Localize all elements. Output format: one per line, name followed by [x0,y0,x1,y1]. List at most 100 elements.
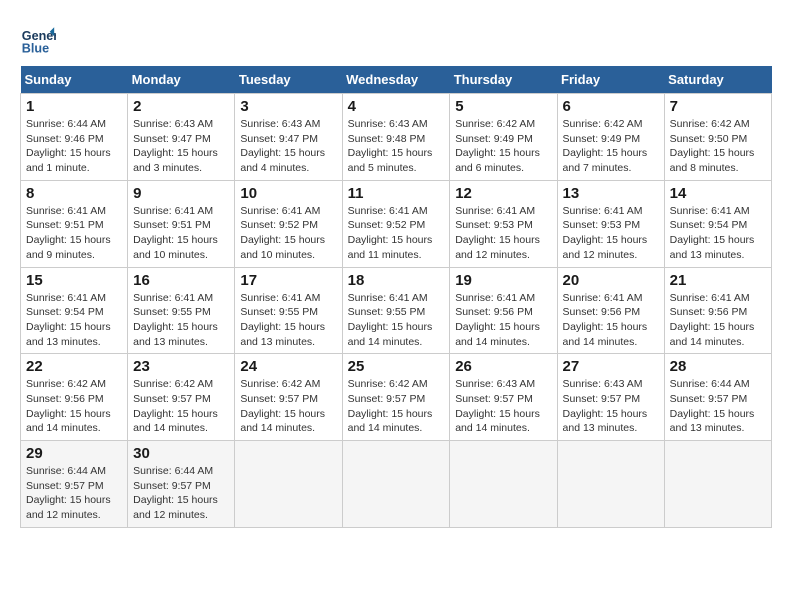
day-number: 3 [240,98,336,115]
day-info: Sunrise: 6:41 AM Sunset: 9:55 PM Dayligh… [348,291,445,350]
day-number: 4 [348,98,445,115]
day-number: 29 [26,445,122,462]
day-number: 30 [133,445,229,462]
calendar-cell: 16 Sunrise: 6:41 AM Sunset: 9:55 PM Dayl… [128,267,235,354]
calendar-cell: 6 Sunrise: 6:42 AM Sunset: 9:49 PM Dayli… [557,94,664,181]
day-info: Sunrise: 6:44 AM Sunset: 9:57 PM Dayligh… [670,377,766,436]
day-number: 24 [240,358,336,375]
column-header-wednesday: Wednesday [342,66,450,94]
day-info: Sunrise: 6:43 AM Sunset: 9:47 PM Dayligh… [133,117,229,176]
calendar-cell: 25 Sunrise: 6:42 AM Sunset: 9:57 PM Dayl… [342,354,450,441]
calendar-cell [450,441,557,528]
calendar-cell [342,441,450,528]
day-info: Sunrise: 6:43 AM Sunset: 9:57 PM Dayligh… [563,377,659,436]
day-number: 16 [133,272,229,289]
day-info: Sunrise: 6:41 AM Sunset: 9:52 PM Dayligh… [348,204,445,263]
day-info: Sunrise: 6:41 AM Sunset: 9:53 PM Dayligh… [455,204,551,263]
calendar-header-row: SundayMondayTuesdayWednesdayThursdayFrid… [21,66,772,94]
day-info: Sunrise: 6:41 AM Sunset: 9:56 PM Dayligh… [670,291,766,350]
calendar-cell: 19 Sunrise: 6:41 AM Sunset: 9:56 PM Dayl… [450,267,557,354]
day-info: Sunrise: 6:41 AM Sunset: 9:51 PM Dayligh… [133,204,229,263]
day-number: 7 [670,98,766,115]
column-header-tuesday: Tuesday [235,66,342,94]
calendar-cell: 22 Sunrise: 6:42 AM Sunset: 9:56 PM Dayl… [21,354,128,441]
day-number: 26 [455,358,551,375]
day-info: Sunrise: 6:43 AM Sunset: 9:57 PM Dayligh… [455,377,551,436]
week-row-5: 29 Sunrise: 6:44 AM Sunset: 9:57 PM Dayl… [21,441,772,528]
calendar-cell: 7 Sunrise: 6:42 AM Sunset: 9:50 PM Dayli… [664,94,771,181]
calendar-cell: 4 Sunrise: 6:43 AM Sunset: 9:48 PM Dayli… [342,94,450,181]
page-header: General Blue [20,20,772,56]
svg-text:Blue: Blue [22,41,49,55]
day-info: Sunrise: 6:42 AM Sunset: 9:49 PM Dayligh… [563,117,659,176]
calendar-cell [557,441,664,528]
calendar-cell [235,441,342,528]
calendar-cell: 8 Sunrise: 6:41 AM Sunset: 9:51 PM Dayli… [21,180,128,267]
day-number: 21 [670,272,766,289]
day-number: 1 [26,98,122,115]
day-info: Sunrise: 6:44 AM Sunset: 9:46 PM Dayligh… [26,117,122,176]
day-number: 18 [348,272,445,289]
day-info: Sunrise: 6:42 AM Sunset: 9:57 PM Dayligh… [348,377,445,436]
day-number: 20 [563,272,659,289]
calendar-body: 1 Sunrise: 6:44 AM Sunset: 9:46 PM Dayli… [21,94,772,528]
column-header-monday: Monday [128,66,235,94]
calendar-cell: 11 Sunrise: 6:41 AM Sunset: 9:52 PM Dayl… [342,180,450,267]
day-info: Sunrise: 6:41 AM Sunset: 9:54 PM Dayligh… [670,204,766,263]
day-info: Sunrise: 6:42 AM Sunset: 9:49 PM Dayligh… [455,117,551,176]
day-info: Sunrise: 6:41 AM Sunset: 9:56 PM Dayligh… [563,291,659,350]
day-info: Sunrise: 6:43 AM Sunset: 9:47 PM Dayligh… [240,117,336,176]
day-info: Sunrise: 6:42 AM Sunset: 9:50 PM Dayligh… [670,117,766,176]
calendar-cell: 12 Sunrise: 6:41 AM Sunset: 9:53 PM Dayl… [450,180,557,267]
day-number: 23 [133,358,229,375]
logo: General Blue [20,20,56,56]
calendar-cell: 20 Sunrise: 6:41 AM Sunset: 9:56 PM Dayl… [557,267,664,354]
day-info: Sunrise: 6:41 AM Sunset: 9:52 PM Dayligh… [240,204,336,263]
day-info: Sunrise: 6:42 AM Sunset: 9:57 PM Dayligh… [240,377,336,436]
calendar-cell: 29 Sunrise: 6:44 AM Sunset: 9:57 PM Dayl… [21,441,128,528]
week-row-2: 8 Sunrise: 6:41 AM Sunset: 9:51 PM Dayli… [21,180,772,267]
calendar-cell: 24 Sunrise: 6:42 AM Sunset: 9:57 PM Dayl… [235,354,342,441]
calendar-cell: 30 Sunrise: 6:44 AM Sunset: 9:57 PM Dayl… [128,441,235,528]
calendar-cell: 28 Sunrise: 6:44 AM Sunset: 9:57 PM Dayl… [664,354,771,441]
day-number: 15 [26,272,122,289]
calendar-cell: 9 Sunrise: 6:41 AM Sunset: 9:51 PM Dayli… [128,180,235,267]
day-number: 17 [240,272,336,289]
day-info: Sunrise: 6:44 AM Sunset: 9:57 PM Dayligh… [133,464,229,523]
day-number: 11 [348,185,445,202]
day-number: 2 [133,98,229,115]
week-row-3: 15 Sunrise: 6:41 AM Sunset: 9:54 PM Dayl… [21,267,772,354]
day-number: 12 [455,185,551,202]
calendar-cell: 21 Sunrise: 6:41 AM Sunset: 9:56 PM Dayl… [664,267,771,354]
day-number: 22 [26,358,122,375]
day-number: 28 [670,358,766,375]
calendar-cell: 18 Sunrise: 6:41 AM Sunset: 9:55 PM Dayl… [342,267,450,354]
day-info: Sunrise: 6:42 AM Sunset: 9:57 PM Dayligh… [133,377,229,436]
calendar-cell: 17 Sunrise: 6:41 AM Sunset: 9:55 PM Dayl… [235,267,342,354]
day-info: Sunrise: 6:41 AM Sunset: 9:55 PM Dayligh… [133,291,229,350]
column-header-sunday: Sunday [21,66,128,94]
calendar-cell: 2 Sunrise: 6:43 AM Sunset: 9:47 PM Dayli… [128,94,235,181]
day-info: Sunrise: 6:41 AM Sunset: 9:56 PM Dayligh… [455,291,551,350]
calendar-cell: 3 Sunrise: 6:43 AM Sunset: 9:47 PM Dayli… [235,94,342,181]
day-number: 5 [455,98,551,115]
day-info: Sunrise: 6:41 AM Sunset: 9:51 PM Dayligh… [26,204,122,263]
day-number: 13 [563,185,659,202]
day-number: 27 [563,358,659,375]
calendar-cell: 14 Sunrise: 6:41 AM Sunset: 9:54 PM Dayl… [664,180,771,267]
day-number: 14 [670,185,766,202]
week-row-4: 22 Sunrise: 6:42 AM Sunset: 9:56 PM Dayl… [21,354,772,441]
calendar-cell: 23 Sunrise: 6:42 AM Sunset: 9:57 PM Dayl… [128,354,235,441]
calendar-cell [664,441,771,528]
calendar-cell: 27 Sunrise: 6:43 AM Sunset: 9:57 PM Dayl… [557,354,664,441]
calendar-cell: 1 Sunrise: 6:44 AM Sunset: 9:46 PM Dayli… [21,94,128,181]
week-row-1: 1 Sunrise: 6:44 AM Sunset: 9:46 PM Dayli… [21,94,772,181]
calendar-cell: 26 Sunrise: 6:43 AM Sunset: 9:57 PM Dayl… [450,354,557,441]
day-info: Sunrise: 6:41 AM Sunset: 9:54 PM Dayligh… [26,291,122,350]
calendar-table: SundayMondayTuesdayWednesdayThursdayFrid… [20,66,772,528]
day-info: Sunrise: 6:42 AM Sunset: 9:56 PM Dayligh… [26,377,122,436]
calendar-cell: 10 Sunrise: 6:41 AM Sunset: 9:52 PM Dayl… [235,180,342,267]
calendar-cell: 5 Sunrise: 6:42 AM Sunset: 9:49 PM Dayli… [450,94,557,181]
day-number: 25 [348,358,445,375]
column-header-saturday: Saturday [664,66,771,94]
